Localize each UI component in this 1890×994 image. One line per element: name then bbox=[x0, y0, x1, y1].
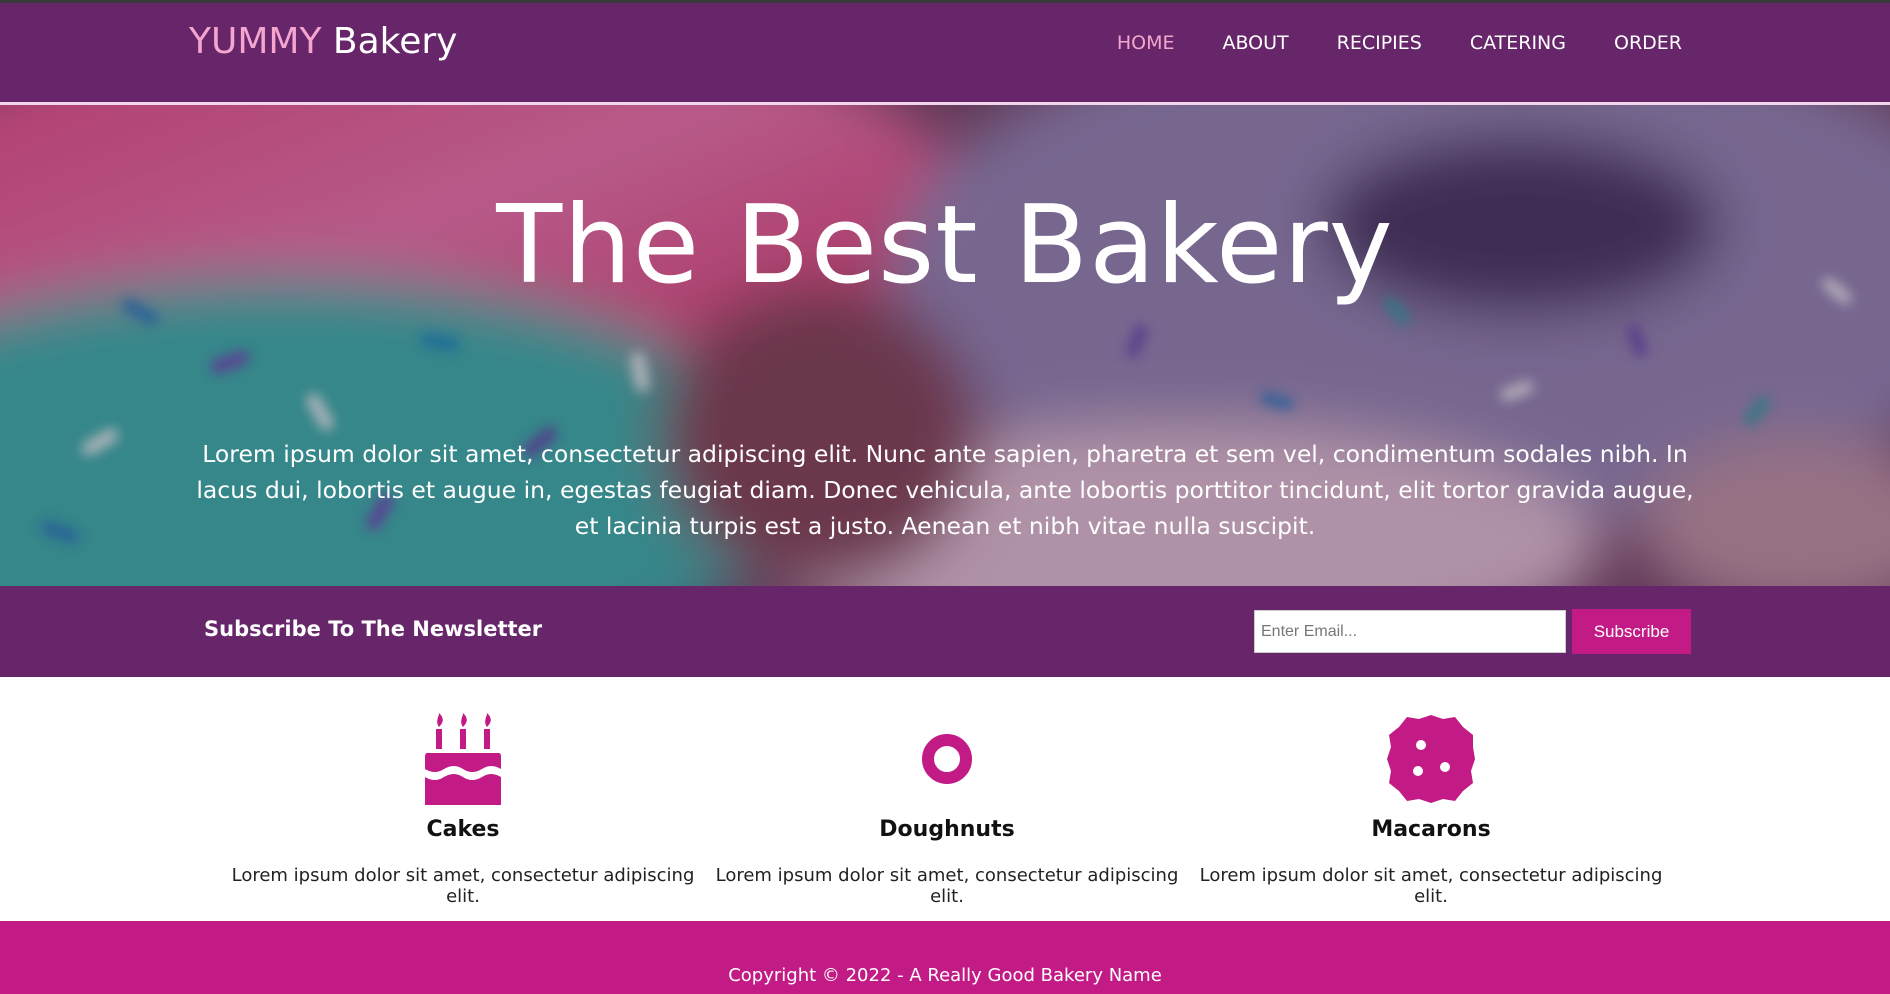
features-section: Cakes Lorem ipsum dolor sit amet, consec… bbox=[0, 677, 1890, 921]
hero-banner: The Best Bakery Lorem ipsum dolor sit am… bbox=[0, 105, 1890, 586]
doughnut-icon bbox=[705, 713, 1189, 805]
hero-title: The Best Bakery bbox=[496, 183, 1394, 308]
brand-accent: YUMMY bbox=[189, 21, 322, 62]
brand-logo[interactable]: YUMMY Bakery bbox=[189, 21, 457, 62]
nav-about[interactable]: ABOUT bbox=[1222, 32, 1288, 54]
birthday-cake-icon bbox=[221, 713, 705, 805]
brand-name: Bakery bbox=[332, 21, 458, 62]
navbar: YUMMY Bakery HOME ABOUT RECIPIES CATERIN… bbox=[0, 3, 1890, 102]
feature-text: Lorem ipsum dolor sit amet, consectetur … bbox=[231, 865, 695, 907]
email-input[interactable] bbox=[1254, 610, 1566, 653]
main-nav: HOME ABOUT RECIPIES CATERING ORDER bbox=[1069, 32, 1682, 54]
footer: Copyright © 2022 - A Really Good Bakery … bbox=[0, 921, 1890, 994]
subscribe-button[interactable]: Subscribe bbox=[1572, 609, 1691, 654]
nav-catering[interactable]: CATERING bbox=[1470, 32, 1566, 54]
cookie-icon bbox=[1189, 713, 1673, 805]
feature-title: Cakes bbox=[426, 817, 500, 842]
newsletter-label: Subscribe To The Newsletter bbox=[204, 617, 543, 641]
nav-recipies[interactable]: RECIPIES bbox=[1337, 32, 1422, 54]
nav-order[interactable]: ORDER bbox=[1614, 32, 1682, 54]
nav-home[interactable]: HOME bbox=[1117, 32, 1175, 54]
feature-title: Macarons bbox=[1371, 817, 1491, 842]
copyright-text: Copyright © 2022 - A Really Good Bakery … bbox=[728, 965, 1162, 986]
feature-title: Doughnuts bbox=[879, 817, 1015, 842]
hero-text: Lorem ipsum dolor sit amet, consectetur … bbox=[196, 440, 1694, 540]
feature-text: Lorem ipsum dolor sit amet, consectetur … bbox=[1199, 865, 1663, 907]
newsletter-bar: Subscribe To The Newsletter Subscribe bbox=[0, 586, 1890, 677]
feature-text: Lorem ipsum dolor sit amet, consectetur … bbox=[715, 865, 1179, 907]
